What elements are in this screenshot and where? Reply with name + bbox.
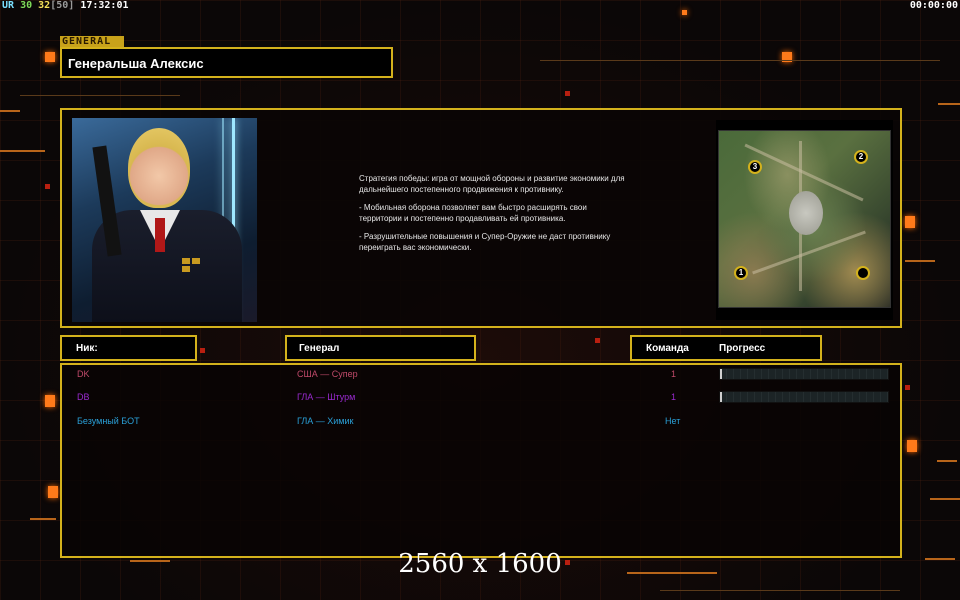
portrait-tie [155,218,165,252]
strategy-paragraph: - Разрушительные повышения и Супер-Оружи… [359,232,611,252]
header-nick-label: Ник: [76,343,98,354]
player-row[interactable]: Безумный БОТ ГЛА — Химик Нет [62,413,900,433]
deco-square [907,440,917,452]
deco-square [45,184,50,189]
deco-line [0,110,20,112]
hud-clock: 17:32:01 [80,0,129,11]
deco-square [48,486,58,498]
header-nick: Ник: [60,335,197,361]
header-general-label: Генерал [299,343,340,354]
header-team-progress: Команда Прогресс [630,335,822,361]
deco-square [45,395,55,407]
medal-icon [192,258,200,264]
deco-line [30,518,56,520]
header-progress-label: Прогресс [719,343,766,354]
deco-line [0,150,45,152]
deco-square [682,10,687,15]
deco-square [905,385,910,390]
player-row[interactable]: DB ГЛА — Штурм 1 [62,389,900,409]
map-preview[interactable]: 3 2 1 [716,120,893,320]
player-nick: DB [77,392,90,402]
player-general: ГЛА — Химик [297,416,354,426]
game-timer: 00:00:00 [909,0,958,11]
hud-value-c: [50] [50,0,75,11]
player-general: США — Супер [297,369,358,379]
deco-line [905,260,935,262]
general-name: Генеральша Алексис [68,56,204,71]
progress-fill [720,392,722,402]
player-progress-bar [719,368,889,380]
start-position-marker[interactable]: 3 [748,160,762,174]
progress-fill [720,369,722,379]
map-center-structure [789,191,823,235]
header-team-label: Команда [646,343,689,354]
deco-square [45,52,55,62]
medal-icon [182,266,190,272]
start-position-marker[interactable]: 2 [854,150,868,164]
deco-line [20,95,180,96]
strategy-paragraph: - Мобильная оборона позволяет вам быстро… [359,203,587,223]
strategy-description: Стратегия победы: игра от мощной обороны… [359,174,629,261]
resolution-watermark: 2560 x 1600 [398,549,562,579]
hud-value-b: 32 [38,0,51,11]
portrait-head [128,128,190,208]
start-position-marker[interactable]: 1 [734,266,748,280]
medal-icon [182,258,190,264]
deco-line [540,60,940,61]
general-portrait [72,118,257,322]
deco-square [565,91,570,96]
player-row[interactable]: DK США — Супер 1 [62,366,900,386]
deco-square [200,348,205,353]
player-nick: Безумный БОТ [77,416,140,426]
players-panel: DK США — Супер 1 DB ГЛА — Штурм 1 Безумн… [60,363,902,558]
general-name-box: Генеральша Алексис [60,47,393,78]
player-team: 1 [671,392,677,402]
player-nick: DK [77,369,90,379]
player-team: 1 [671,369,677,379]
deco-line [937,460,957,462]
start-position-marker[interactable] [856,266,870,280]
fps-counter: UR 30 32[50] 17:32:01 [2,0,129,11]
header-general: Генерал [285,335,476,361]
player-general: ГЛА — Штурм [297,392,356,402]
hud-tag: UR [2,0,15,11]
general-info-panel: Стратегия победы: игра от мощной обороны… [60,108,902,328]
deco-line [660,590,900,591]
player-progress-bar [719,391,889,403]
deco-line [938,103,960,105]
deco-square [905,216,915,228]
hud-value-a: 30 [20,0,33,11]
strategy-paragraph: Стратегия победы: игра от мощной обороны… [359,174,625,194]
player-team: Нет [665,416,681,426]
map-road [752,230,866,275]
deco-line [930,498,960,500]
deco-square [595,338,600,343]
